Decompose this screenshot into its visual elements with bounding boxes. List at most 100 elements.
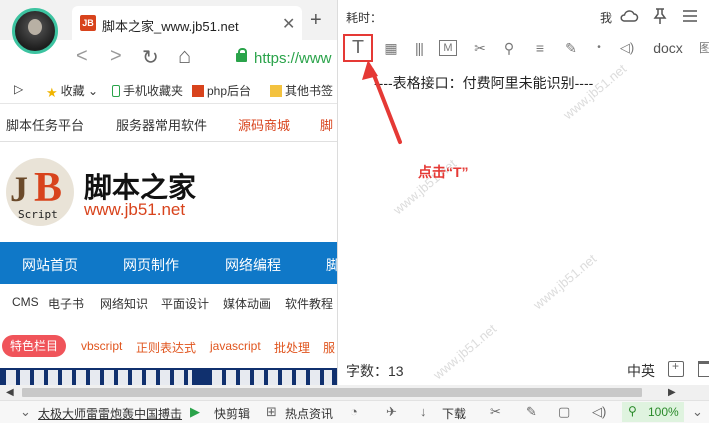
- site-top-nav: 脚本任务平台 服务器常用软件 源码商城 脚: [0, 104, 337, 142]
- tag-batch[interactable]: 批处理: [274, 339, 310, 356]
- volume-icon[interactable]: ◁): [592, 404, 606, 420]
- bookmark-other[interactable]: 其他书签: [270, 82, 333, 99]
- video-edit-link[interactable]: 快剪辑: [214, 405, 250, 422]
- lock-icon: [236, 48, 247, 62]
- news-ticker[interactable]: 太极大师雷雷炮轰中国搏击: [38, 405, 182, 422]
- sub-nav-network[interactable]: 网络知识: [100, 295, 148, 312]
- nav-web-design[interactable]: 网页制作: [123, 255, 179, 275]
- cut-icon[interactable]: ✂: [469, 37, 491, 59]
- elapsed-time-label: 耗时：: [346, 11, 383, 25]
- nav-home[interactable]: 网站首页: [22, 255, 78, 275]
- bookmarks-bar: ▷ ★ 收藏 ⌄ 手机收藏夹 php后台 其他书签: [0, 76, 337, 104]
- menu-icon[interactable]: [680, 6, 700, 26]
- watermark-text: www.jb51.net: [530, 251, 600, 313]
- horizontal-scrollbar[interactable]: ◀ ▶: [0, 385, 709, 400]
- scroll-left-icon[interactable]: ◀: [6, 387, 14, 398]
- tab-close-icon[interactable]: ✕: [282, 14, 295, 34]
- rocket-icon[interactable]: ✈: [386, 404, 397, 420]
- ocr-result-panel: www.jb51.net www.jb51.net www.jb51.net w…: [337, 0, 709, 385]
- annotation-hint: 点击“T”: [418, 164, 469, 180]
- speed-icon[interactable]: ◔: [350, 404, 358, 419]
- download-link[interactable]: 下载: [442, 405, 466, 422]
- hot-news-link[interactable]: 热点资讯: [285, 405, 333, 422]
- search-icon[interactable]: ⚲: [498, 37, 520, 59]
- pin-icon[interactable]: [650, 6, 670, 26]
- cloud-icon[interactable]: [619, 6, 639, 26]
- panel-header: 耗时： 我: [338, 0, 709, 32]
- site-logo-area: J B Script 脚本之家 www.jb51.net: [0, 142, 337, 242]
- logo-script-text: Script: [18, 208, 58, 221]
- dot-icon[interactable]: •: [588, 37, 610, 59]
- copy-icon[interactable]: [668, 359, 684, 377]
- tag-regex[interactable]: 正则表达式: [136, 339, 196, 356]
- site-nav-task-platform[interactable]: 脚本任务平台: [6, 115, 84, 134]
- bookmark-expand-icon[interactable]: ▷: [14, 82, 23, 96]
- play-icon[interactable]: ▶: [190, 404, 200, 420]
- download-icon[interactable]: ↓: [420, 404, 427, 419]
- sub-nav: CMS 电子书 网络知识 平面设计 媒体动画 软件教程: [0, 284, 337, 320]
- m-icon[interactable]: M: [439, 40, 457, 56]
- site-url: www.jb51.net: [84, 200, 186, 219]
- tag-server[interactable]: 服: [323, 339, 335, 356]
- sub-nav-media[interactable]: 媒体动画: [223, 295, 271, 312]
- bookmark-mobile[interactable]: 手机收藏夹: [112, 82, 183, 99]
- browser-tab[interactable]: JB 脚本之家_www.jb51.net ✕: [72, 6, 302, 40]
- phone-icon: [112, 85, 120, 97]
- status-bar: ⌄ 太极大师雷雷炮轰中国搏击 ▶ 快剪辑 ⊞ 热点资讯 ◔ ✈ ↓ 下载 ✂ ✎…: [0, 400, 709, 423]
- tab-title: 脚本之家_www.jb51.net: [102, 19, 239, 34]
- scroll-right-icon[interactable]: ▶: [668, 387, 676, 398]
- new-tab-button[interactable]: +: [310, 9, 322, 32]
- brush-icon[interactable]: ✎: [526, 404, 537, 420]
- site-nav-more[interactable]: 脚: [320, 115, 333, 134]
- speaker-icon[interactable]: ◁): [616, 37, 638, 59]
- featured-column-badge[interactable]: 特色栏目: [2, 335, 66, 357]
- logo-letter-b: B: [34, 165, 63, 211]
- char-count: 字数：13: [346, 363, 404, 379]
- me-label[interactable]: 我: [600, 9, 612, 26]
- chevron-down-icon[interactable]: ⌄: [20, 404, 31, 420]
- window-icon[interactable]: ▢: [558, 404, 570, 420]
- ocr-result-text[interactable]: ----表格接口：付费阿里未能识别----: [374, 73, 593, 93]
- dropdown-icon[interactable]: ⌄: [692, 404, 703, 420]
- docx-export-button[interactable]: docx: [648, 37, 688, 59]
- bookmark-favorites[interactable]: ★ 收藏 ⌄: [46, 82, 98, 100]
- logo-letter-j: J: [10, 169, 28, 209]
- trash-icon[interactable]: [698, 361, 709, 377]
- jb51-favicon-icon: JB: [80, 15, 96, 31]
- sub-nav-graphic[interactable]: 平面设计: [161, 295, 209, 312]
- home-icon[interactable]: ⌂: [178, 43, 191, 69]
- language-toggle[interactable]: 中英: [627, 361, 655, 381]
- tag-vbscript[interactable]: vbscript: [81, 339, 122, 353]
- bookmark-php-admin[interactable]: php后台: [192, 82, 251, 99]
- zoom-control[interactable]: ⚲ 100%: [622, 402, 684, 422]
- magnifier-icon: ⚲: [628, 404, 637, 418]
- columns-icon[interactable]: |||: [408, 37, 430, 59]
- image-icon[interactable]: 图: [694, 37, 709, 59]
- address-bar[interactable]: https://www: [228, 44, 337, 72]
- nav-scripts[interactable]: 脚: [326, 255, 337, 275]
- star-icon: ★: [46, 85, 58, 100]
- site-nav-source-mall[interactable]: 源码商城: [238, 115, 290, 134]
- text-mode-button[interactable]: T: [343, 34, 373, 62]
- table-icon[interactable]: ▦: [380, 37, 402, 59]
- sub-nav-software[interactable]: 软件教程: [285, 295, 333, 312]
- ocr-toolbar: T ▦ ||| M ✂ ⚲ ≡ ✎ • ◁) docx 图: [338, 32, 709, 62]
- nav-programming[interactable]: 网络编程: [225, 255, 281, 275]
- grid-icon[interactable]: ⊞: [266, 404, 277, 420]
- forward-icon[interactable]: >: [110, 45, 122, 68]
- reload-icon[interactable]: ↻: [142, 45, 159, 70]
- sub-nav-cms[interactable]: CMS: [12, 295, 39, 309]
- panel-footer: 字数：13 中英: [338, 355, 709, 385]
- scissors-icon[interactable]: ✂: [490, 404, 501, 420]
- align-icon[interactable]: ≡: [529, 37, 551, 59]
- scrollbar-thumb[interactable]: [22, 388, 642, 397]
- site-nav-server-software[interactable]: 服务器常用软件: [116, 115, 207, 134]
- main-nav: 网站首页 网页制作 网络编程 脚: [0, 242, 337, 284]
- sub-nav-ebook[interactable]: 电子书: [48, 295, 84, 312]
- tag-javascript[interactable]: javascript: [210, 339, 261, 353]
- featured-tags: 特色栏目 vbscript 正则表达式 javascript 批处理 服: [0, 328, 337, 362]
- back-icon[interactable]: <: [76, 45, 88, 68]
- avatar[interactable]: [12, 8, 58, 54]
- jb51-logo[interactable]: J B Script: [6, 158, 74, 228]
- edit-icon[interactable]: ✎: [560, 37, 582, 59]
